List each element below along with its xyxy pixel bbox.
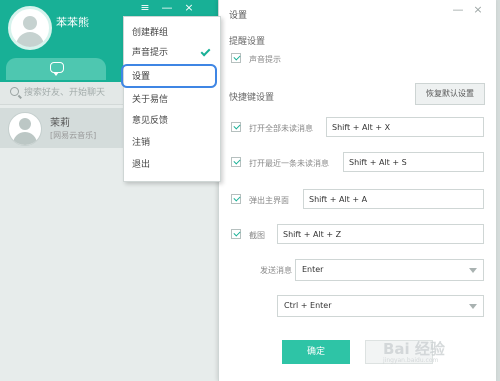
shortcut-checkbox[interactable] <box>231 122 241 132</box>
dialog-minimize-icon[interactable]: — <box>451 4 465 15</box>
sound-label: 声音提示 <box>249 55 281 64</box>
ok-button[interactable]: 确定 <box>282 340 350 364</box>
send-message-label: 发送消息 <box>260 266 292 275</box>
shortcut-section-label: 快捷键设置 <box>229 93 275 103</box>
shortcut-label: 打开全部未读消息 <box>249 124 313 133</box>
chat-bubble-icon <box>50 62 64 76</box>
menu-item-sound-alert[interactable]: 声音提示 <box>124 43 220 63</box>
dialog-close-icon[interactable]: × <box>471 4 485 15</box>
send-message-select[interactable]: Enter <box>295 259 484 281</box>
username: 苯苯熊 <box>56 16 89 29</box>
main-window-controls: ≡ — × <box>138 2 224 16</box>
avatar-head <box>23 16 37 30</box>
cancel-button[interactable] <box>365 340 433 364</box>
shortcut-key-field[interactable]: Shift + Alt + S <box>343 152 484 172</box>
shortcut-checkbox[interactable] <box>231 229 241 239</box>
checkmark-icon <box>200 46 211 57</box>
dialog-title: 设置 <box>229 11 248 21</box>
menu-item-feedback[interactable]: 意见反馈 <box>124 111 220 131</box>
settings-dialog: 设置 — × 提醒设置 声音提示 快捷键设置 恢复默认设置 打开全部未读消息 S… <box>218 0 496 381</box>
avatar-body <box>16 32 44 47</box>
sound-checkbox[interactable] <box>231 53 241 63</box>
user-avatar[interactable] <box>8 6 52 50</box>
shortcut-key-field[interactable]: Shift + Alt + A <box>303 189 484 209</box>
chevron-down-icon <box>469 304 477 309</box>
tab-chats[interactable] <box>6 58 106 80</box>
menu-item-label: 关于易信 <box>132 95 169 105</box>
shortcut-label: 弹出主界面 <box>249 196 289 205</box>
menu-item-settings[interactable]: 设置 <box>124 67 220 87</box>
contact-status: [网易云音乐] <box>50 131 97 140</box>
shortcut-checkbox[interactable] <box>231 157 241 167</box>
newline-select[interactable]: Ctrl + Enter <box>277 295 484 317</box>
screen: 苯苯熊 ≡ — × 茉莉 [网易云音乐] 设置 <box>0 0 500 381</box>
menu-item-label: 退出 <box>132 160 151 170</box>
menu-item-logout[interactable]: 注销 <box>124 133 220 153</box>
menu-item-label: 注销 <box>132 138 151 148</box>
dialog-controls: — × <box>451 4 493 16</box>
restore-defaults-button[interactable]: 恢复默认设置 <box>415 83 485 105</box>
shortcut-checkbox[interactable] <box>231 194 241 204</box>
newline-value: Ctrl + Enter <box>284 301 332 310</box>
contact-avatar-head <box>19 118 31 130</box>
menu-item-label: 声音提示 <box>132 48 169 58</box>
search-input[interactable] <box>24 85 114 101</box>
reminder-section-label: 提醒设置 <box>229 37 266 47</box>
shortcut-key-field[interactable]: Shift + Alt + X <box>326 117 484 137</box>
chevron-down-icon <box>469 268 477 273</box>
contact-avatar <box>8 112 42 146</box>
minimize-icon[interactable]: — <box>160 2 174 14</box>
shortcut-label: 截图 <box>249 231 265 240</box>
menu-item-label: 创建群组 <box>132 28 169 38</box>
menu-item-about[interactable]: 关于易信 <box>124 90 220 110</box>
menu-item-label: 设置 <box>132 72 151 82</box>
shortcut-label: 打开最近一条未读消息 <box>249 159 329 168</box>
menu-item-label: 意见反馈 <box>132 116 169 126</box>
menu-item-create-group[interactable]: 创建群组 <box>124 23 220 43</box>
search-icon <box>10 87 19 96</box>
send-message-value: Enter <box>302 265 324 274</box>
menu-icon[interactable]: ≡ <box>138 2 152 14</box>
contact-name: 茉莉 <box>50 118 70 129</box>
contact-avatar-body <box>13 132 37 145</box>
close-icon[interactable]: × <box>182 2 196 14</box>
main-menu: 创建群组 声音提示 设置 关于易信 意见反馈 注销 退出 <box>123 16 221 182</box>
menu-item-exit[interactable]: 退出 <box>124 155 220 175</box>
shortcut-key-field[interactable]: Shift + Alt + Z <box>277 224 484 244</box>
